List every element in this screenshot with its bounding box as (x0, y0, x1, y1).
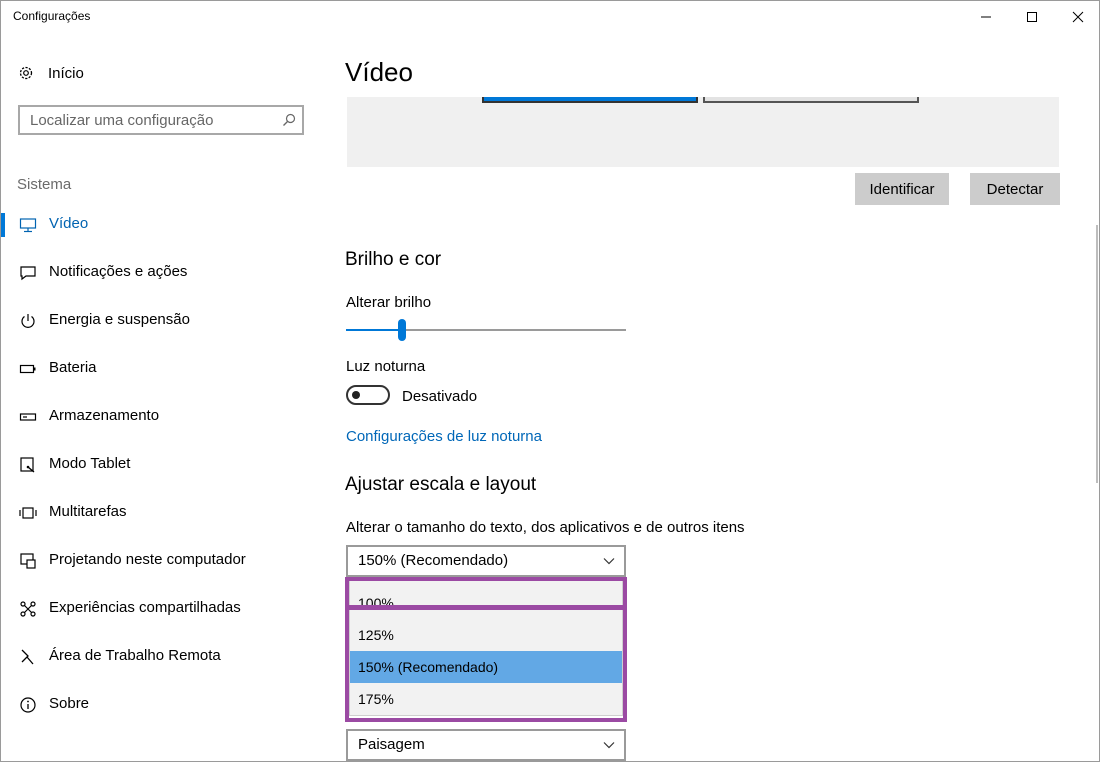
sidebar: Início Localizar uma configuração Sistem… (1, 33, 323, 761)
sidebar-item-label: Área de Trabalho Remota (49, 647, 221, 664)
info-icon (18, 695, 38, 715)
brightness-slider-fill (346, 329, 402, 331)
settings-window: Configurações Início Localizar uma confi… (0, 0, 1100, 762)
page-title: Vídeo (345, 57, 413, 87)
scale-option-125[interactable]: 125% (350, 619, 622, 651)
share-icon (18, 599, 38, 619)
orientation-select[interactable]: Paisagem (346, 729, 626, 761)
active-indicator (1, 213, 5, 237)
detect-button[interactable]: Detectar (970, 173, 1060, 205)
sidebar-item-label: Vídeo (49, 215, 89, 232)
close-button[interactable] (1055, 1, 1099, 33)
minimize-button[interactable] (963, 1, 1009, 33)
main-content: Vídeo Identificar Detectar Brilho e cor … (323, 33, 1099, 761)
scale-select[interactable]: 150% (Recomendado) (346, 545, 626, 577)
battery-icon (18, 359, 38, 379)
home-label: Início (48, 64, 84, 82)
display-1-thumbnail[interactable] (482, 97, 698, 103)
sidebar-item-label: Armazenamento (49, 407, 160, 424)
sidebar-item-battery[interactable]: Bateria (1, 345, 323, 393)
search-icon (283, 113, 296, 126)
scale-dropdown-list: 100% 125% 150% (Recomendado) 175% (349, 580, 623, 716)
sidebar-item-multitasking[interactable]: Multitarefas (1, 489, 323, 537)
night-light-label: Luz noturna (346, 358, 426, 375)
scale-option-100[interactable]: 100% (350, 587, 622, 619)
search-placeholder: Localizar uma configuração (30, 112, 214, 129)
option-label: 100% (358, 595, 394, 611)
scale-option-150[interactable]: 150% (Recomendado) (350, 651, 622, 683)
search-input[interactable]: Localizar uma configuração (18, 105, 304, 135)
scale-selected-value: 150% (Recomendado) (358, 552, 509, 569)
tablet-icon (18, 455, 38, 475)
sidebar-item-tablet-mode[interactable]: Modo Tablet (1, 441, 323, 489)
identify-button[interactable]: Identificar (855, 173, 949, 205)
projecting-icon (18, 551, 38, 571)
sidebar-item-label: Multitarefas (49, 503, 127, 520)
multitasking-icon (18, 503, 38, 523)
sidebar-item-notifications[interactable]: Notificações e ações (1, 249, 323, 297)
scrollbar-thumb[interactable] (1096, 225, 1098, 483)
sidebar-item-label: Experiências compartilhadas (49, 599, 241, 616)
monitor-icon (18, 215, 38, 235)
sidebar-item-storage[interactable]: Armazenamento (1, 393, 323, 441)
night-light-settings-link[interactable]: Configurações de luz noturna (346, 428, 542, 445)
maximize-button[interactable] (1009, 1, 1055, 33)
sidebar-item-about[interactable]: Sobre (1, 681, 323, 729)
section-label-system: Sistema (17, 176, 72, 193)
brightness-label: Alterar brilho (346, 294, 432, 311)
sidebar-item-label: Energia e suspensão (49, 311, 190, 328)
gear-icon (19, 66, 33, 80)
sidebar-item-label: Bateria (49, 359, 97, 376)
title-bar[interactable]: Configurações (1, 1, 1099, 33)
scale-label: Alterar o tamanho do texto, dos aplicati… (346, 519, 745, 536)
sidebar-item-label: Projetando neste computador (49, 551, 246, 568)
display-2-thumbnail[interactable] (703, 97, 919, 103)
minimize-icon (981, 16, 991, 18)
scale-heading: Ajustar escala e layout (345, 474, 537, 495)
home-link[interactable]: Início (17, 63, 84, 83)
brightness-slider[interactable] (346, 319, 626, 341)
sidebar-item-label: Modo Tablet (49, 455, 131, 472)
power-icon (18, 311, 38, 331)
option-label: 150% (Recomendado) (358, 659, 499, 675)
orientation-selected-value: Paisagem (358, 736, 425, 753)
sidebar-item-label: Sobre (49, 695, 90, 712)
brightness-heading: Brilho e cor (345, 249, 442, 270)
display-preview (347, 97, 1059, 167)
notification-icon (18, 263, 38, 283)
storage-icon (18, 407, 38, 427)
night-light-state: Desativado (402, 388, 478, 405)
chevron-down-icon (603, 558, 615, 565)
sidebar-item-remote-desktop[interactable]: Área de Trabalho Remota (1, 633, 323, 681)
option-label: 125% (358, 627, 394, 643)
option-label: 175% (358, 691, 394, 707)
maximize-icon (1027, 12, 1037, 22)
scale-option-175[interactable]: 175% (350, 683, 622, 715)
toggle-knob (352, 391, 360, 399)
brightness-slider-thumb[interactable] (398, 319, 406, 341)
close-icon (1072, 11, 1084, 23)
sidebar-item-projecting[interactable]: Projetando neste computador (1, 537, 323, 585)
window-title: Configurações (13, 9, 91, 23)
sidebar-item-label: Notificações e ações (49, 263, 188, 280)
sidebar-item-shared-experiences[interactable]: Experiências compartilhadas (1, 585, 323, 633)
night-light-toggle[interactable] (346, 385, 390, 405)
sidebar-item-power[interactable]: Energia e suspensão (1, 297, 323, 345)
remote-desktop-icon (18, 647, 38, 667)
chevron-down-icon (603, 742, 615, 749)
sidebar-item-video[interactable]: Vídeo (1, 201, 323, 249)
